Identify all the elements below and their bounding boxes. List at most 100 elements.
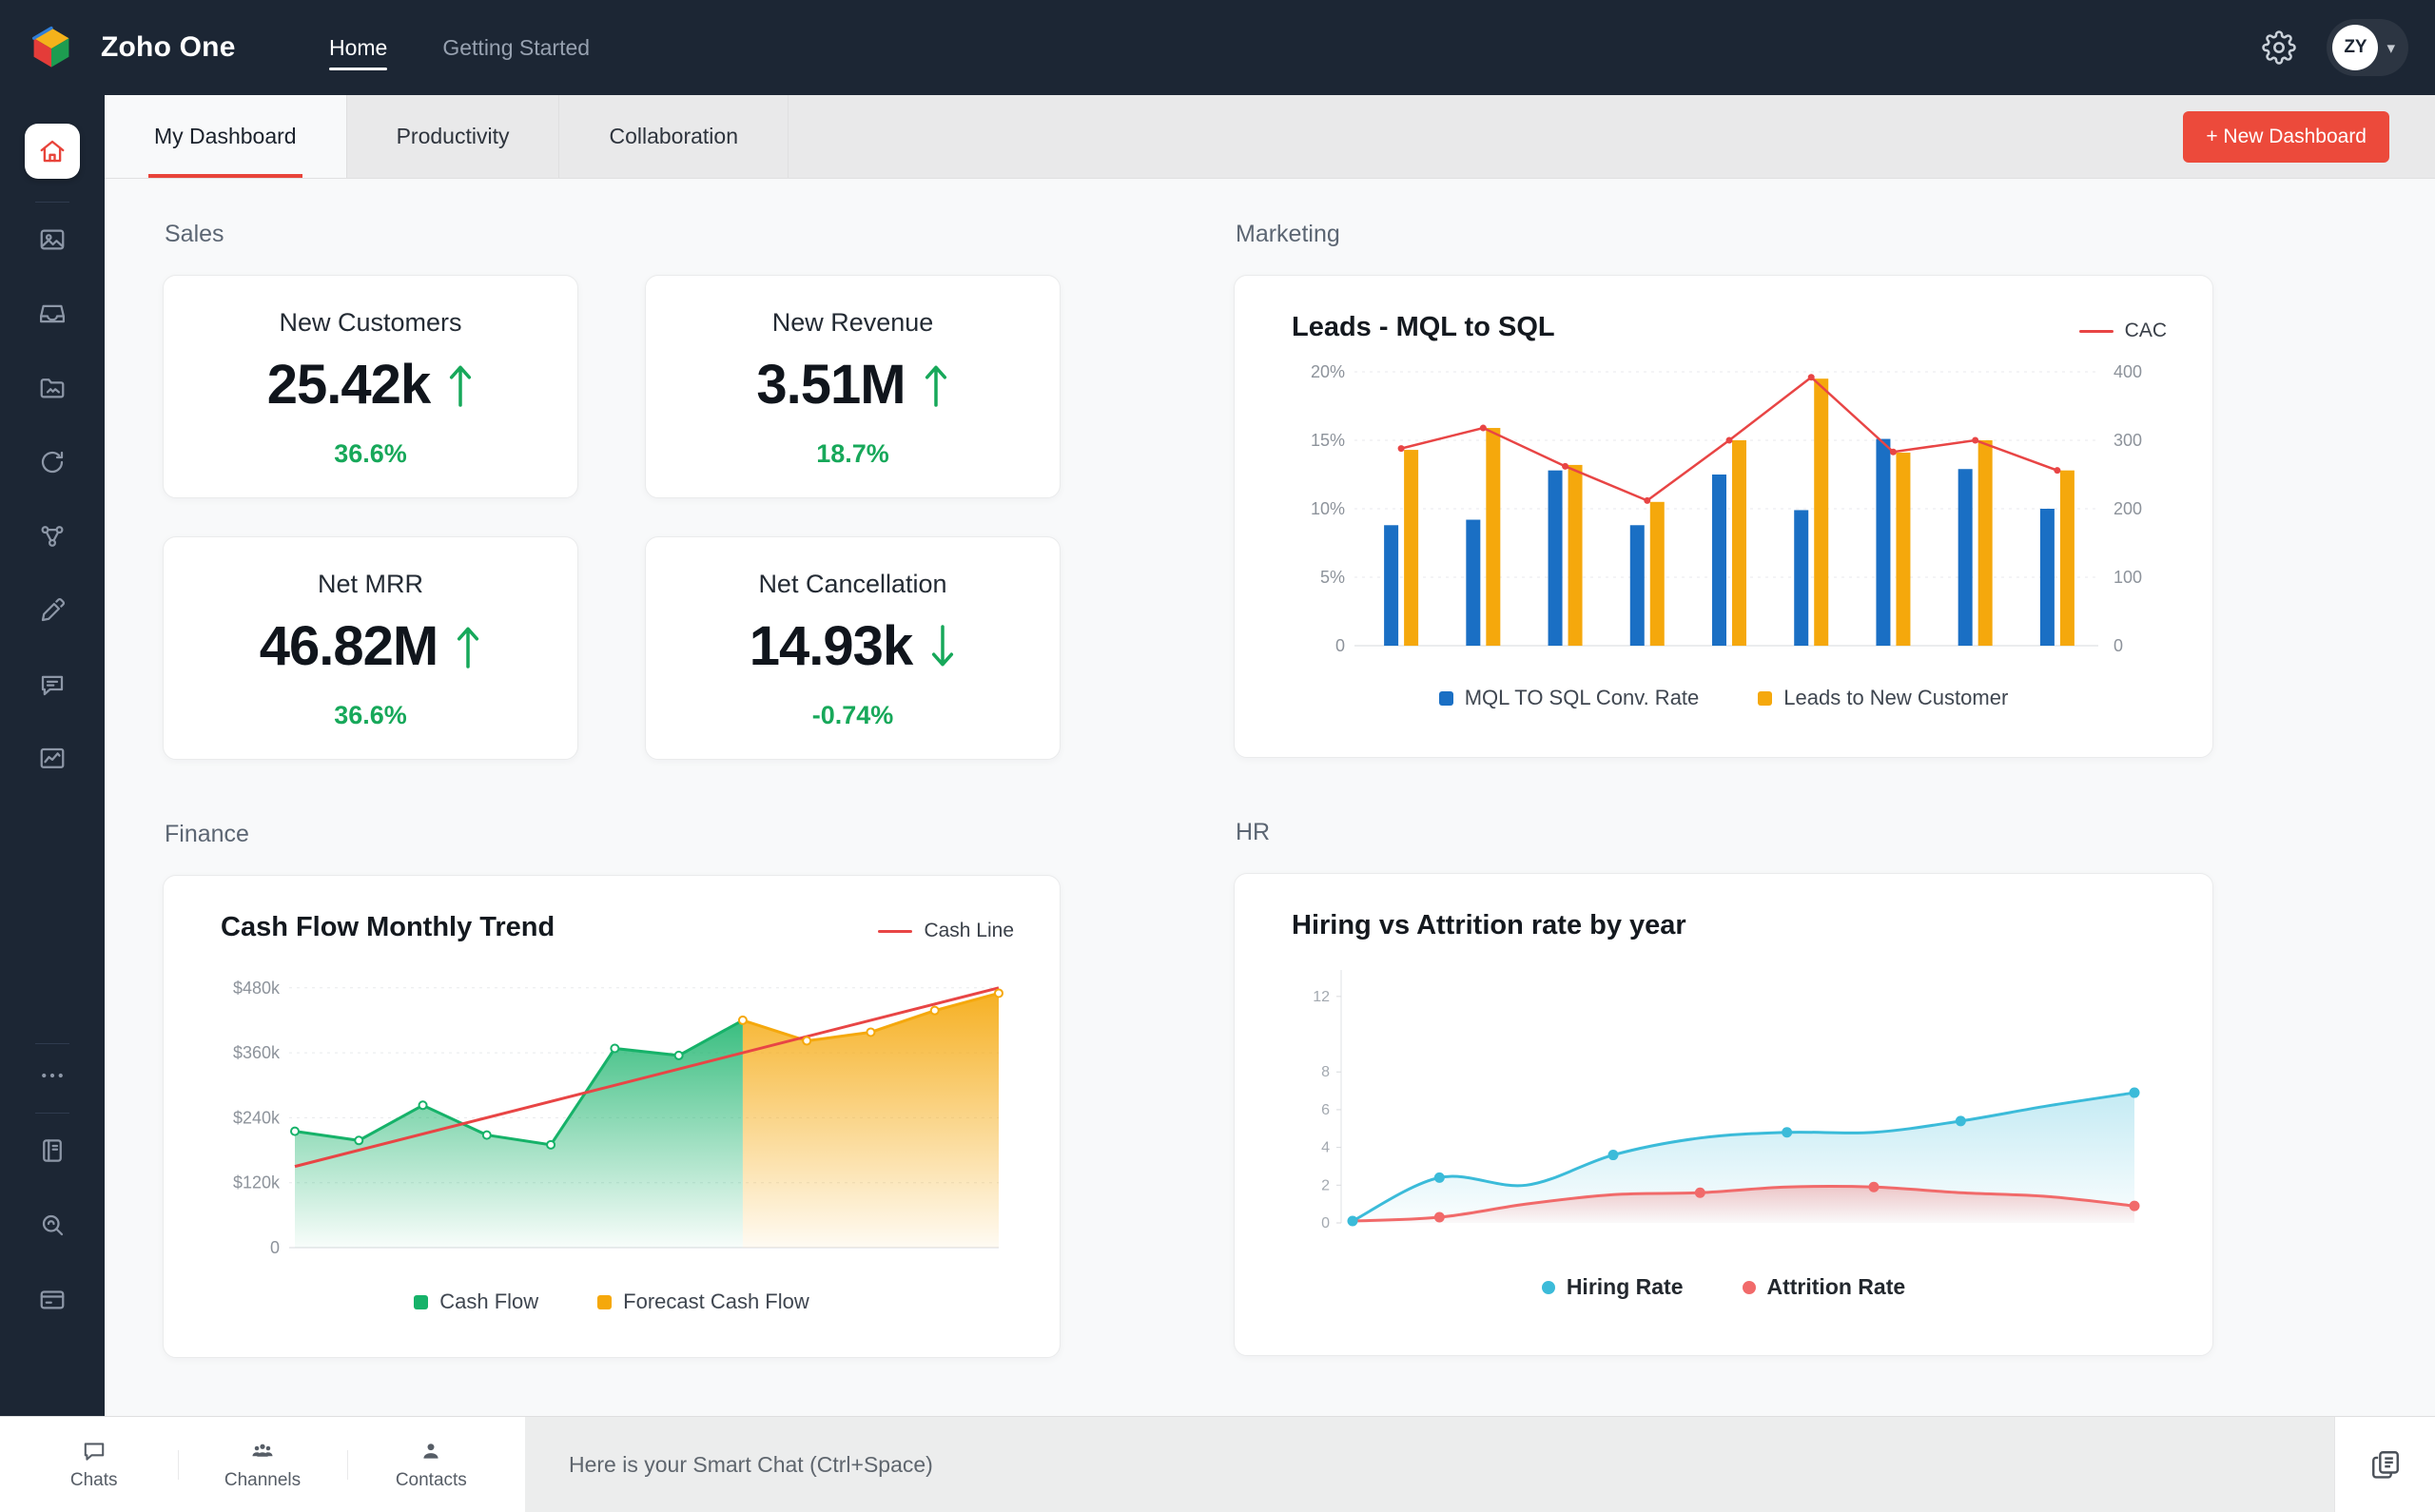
smart-chat-input[interactable] [525,1417,2334,1512]
more-icon [42,1073,63,1078]
chats-icon [84,1442,104,1461]
nav-getting-started[interactable]: Getting Started [442,0,590,95]
kpi-value: 25.42k [266,354,431,416]
svg-text:400: 400 [2114,362,2142,381]
zoho-one-app: Zoho One Home Getting Started ZY ▾ My Da… [0,0,2435,1512]
cashflow-chart-title: Cash Flow Monthly Trend [221,912,555,942]
analytics-icon [40,747,65,768]
channels-icon [252,1444,273,1457]
tab-label: Collaboration [609,124,738,148]
dashboard-content: Sales New Customers 25.42k 36.6% New Rev… [105,179,2435,1358]
svg-text:10%: 10% [1311,499,1345,518]
kpi-value-row: 3.51M [756,353,948,417]
cashflow-legend: Cash Flow Forecast Cash Flow [202,1289,1022,1314]
sidebar-item-more[interactable] [38,1061,67,1090]
kpi-title: Net Cancellation [758,570,947,598]
sidebar-item-integrations[interactable] [38,522,67,551]
cash-line-legend[interactable]: Cash Line [878,920,1014,942]
smart-chat-field-wrap [525,1417,2334,1512]
sidebar-item-search[interactable] [38,1211,67,1239]
dashboard-tabbar: My Dashboard Productivity Collaboration … [105,95,2435,179]
svg-text:2: 2 [1321,1177,1330,1193]
kpi-card-net-cancellation: Net Cancellation 14.93k -0.74% [645,536,1061,760]
new-dashboard-button[interactable]: + New Dashboard [2183,110,2389,163]
integrations-icon [41,526,64,547]
legend-label: MQL TO SQL Conv. Rate [1464,686,1700,709]
legend-cash-flow[interactable]: Cash Flow [414,1289,538,1314]
svg-text:100: 100 [2114,568,2142,587]
sidebar-item-sync[interactable] [38,448,67,476]
tab-collaboration[interactable]: Collaboration [559,95,789,178]
sidebar-item-notebook[interactable] [38,1136,67,1165]
kpi-card-net-mrr: Net MRR 46.82M 36.6% [163,536,578,760]
chart-header: Leads - MQL to SQL CAC [1273,308,2174,343]
legend-label: Leads to New Customer [1783,686,2009,709]
chat-shortcuts: Chats Channels Contacts [0,1417,525,1512]
svg-text:4: 4 [1321,1140,1330,1156]
svg-text:$480k: $480k [233,979,281,998]
sidebar-item-analytics[interactable] [38,745,67,773]
sidebar-divider [35,1113,69,1114]
hr-section-title: HR [1236,819,1271,845]
topnav: Home Getting Started [329,0,590,95]
kpi-value: 14.93k [749,615,913,677]
hiring-chart: 0 2 4 6 8 12 [1313,970,2140,1231]
leads-chart-title: Leads - MQL to SQL [1292,312,1555,342]
sidebar-item-gallery[interactable] [38,225,67,254]
sidebar-item-signature[interactable] [38,596,67,625]
finance-section-title: Finance [165,821,249,847]
kpi-change: 18.7% [816,439,889,468]
legend-leads-to-new-customer[interactable]: Leads to New Customer [1758,686,2008,710]
main-area: My Dashboard Productivity Collaboration … [105,95,2435,1416]
cac-legend[interactable]: CAC [2078,320,2167,342]
sidebar-item-inbox[interactable] [38,300,67,328]
sidebar-item-wallet[interactable] [38,1285,67,1313]
chart-header: Hiring vs Attrition rate by year [1273,906,2174,941]
contacts-icon [423,1443,438,1459]
cash-line-label: Cash Line [924,920,1014,941]
legend-label: Attrition Rate [1766,1274,1906,1299]
sidebar-item-folder[interactable] [38,374,67,402]
feedback-icon [41,675,64,696]
kpi-change: 36.6% [334,701,407,729]
zoho-one-logo-icon [27,23,76,72]
leads-chart: 0 0 5% 100 10% 200 15% 300 20% 400 [1311,362,2142,655]
svg-text:0: 0 [1321,1215,1330,1231]
sync-icon [41,451,64,474]
legend-swatch [1758,690,1773,706]
contacts-button[interactable]: Contacts [346,1433,516,1497]
home-icon [40,140,65,163]
channels-button[interactable]: Channels [178,1433,346,1497]
sidebar-item-home[interactable] [25,124,80,179]
sidebar-item-feedback[interactable] [38,670,67,699]
nav-home[interactable]: Home [329,0,388,95]
chart-header: Cash Flow Monthly Trend Cash Line [202,908,1022,943]
clipboard-icon [2371,1451,2399,1479]
tab-my-dashboard[interactable]: My Dashboard [105,95,347,178]
search-icon [42,1214,64,1236]
topbar-right: ZY ▾ [2262,19,2435,76]
account-menu[interactable]: ZY ▾ [2327,19,2408,76]
marketing-chart-card: Leads - MQL to SQL CAC 0 0 5% 100 10% 200 15% 3… [1234,275,2213,758]
svg-text:$360k: $360k [233,1043,281,1062]
trend-up-icon [447,360,474,410]
legend-attrition-rate[interactable]: Attrition Rate [1742,1274,1906,1300]
chats-button[interactable]: Chats [10,1433,178,1497]
svg-text:200: 200 [2114,499,2142,518]
sidebar [0,95,105,1416]
cac-label: CAC [2124,320,2167,341]
legend-forecast-cash-flow[interactable]: Forecast Cash Flow [597,1289,809,1314]
kpi-value-row: 14.93k [750,614,956,678]
legend-mql-to-sql[interactable]: MQL TO SQL Conv. Rate [1438,686,1700,710]
sales-kpi-grid: New Customers 25.42k 36.6% New Revenue 3… [163,275,1061,760]
avatar: ZY [2332,25,2379,70]
signature-icon [41,597,66,622]
left-column: Sales New Customers 25.42k 36.6% New Rev… [163,179,1061,1358]
tab-productivity[interactable]: Productivity [347,95,560,178]
wallet-icon [40,1290,65,1309]
legend-hiring-rate[interactable]: Hiring Rate [1541,1274,1684,1300]
settings-gear-icon[interactable] [2262,30,2297,65]
feeds-button[interactable] [2334,1417,2435,1512]
kpi-change: -0.74% [811,701,894,729]
svg-text:0: 0 [2114,636,2123,655]
